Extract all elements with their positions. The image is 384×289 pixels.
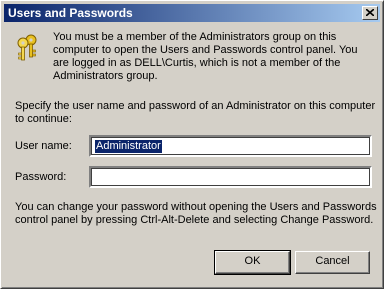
help-line: control panel by pressing Ctrl-Alt-Delet… xyxy=(15,214,374,226)
users-and-passwords-dialog: Users and Passwords You must be a member… xyxy=(0,0,384,289)
close-icon xyxy=(366,9,374,16)
password-field[interactable] xyxy=(89,166,372,188)
username-field[interactable]: Administrator xyxy=(89,135,372,157)
prompt-line: Specify the user name and password of an… xyxy=(15,100,376,112)
username-label: User name: xyxy=(15,140,72,152)
ok-button[interactable]: OK xyxy=(214,250,291,275)
help-line: You can change your password without ope… xyxy=(15,201,377,213)
credentials-prompt: Specify the user name and password of an… xyxy=(15,100,375,126)
prompt-line: to continue: xyxy=(15,113,72,125)
permission-message: You must be a member of the Administrato… xyxy=(53,31,358,83)
cancel-button[interactable]: Cancel xyxy=(295,251,370,274)
title-bar[interactable]: Users and Passwords xyxy=(4,4,380,22)
password-label: Password: xyxy=(15,171,67,183)
username-value: Administrator xyxy=(95,140,162,153)
keys-icon xyxy=(17,34,37,61)
window-title: Users and Passwords xyxy=(8,6,133,20)
help-text: You can change your password without ope… xyxy=(15,201,377,227)
message-line: You must be a member of the Administrato… xyxy=(53,31,337,43)
close-button[interactable] xyxy=(362,6,378,20)
message-line: are logged in as DELL\Curtis, which is n… xyxy=(53,57,341,69)
message-line: computer to open the Users and Passwords… xyxy=(53,44,358,56)
message-line: Administrators group. xyxy=(53,70,158,82)
